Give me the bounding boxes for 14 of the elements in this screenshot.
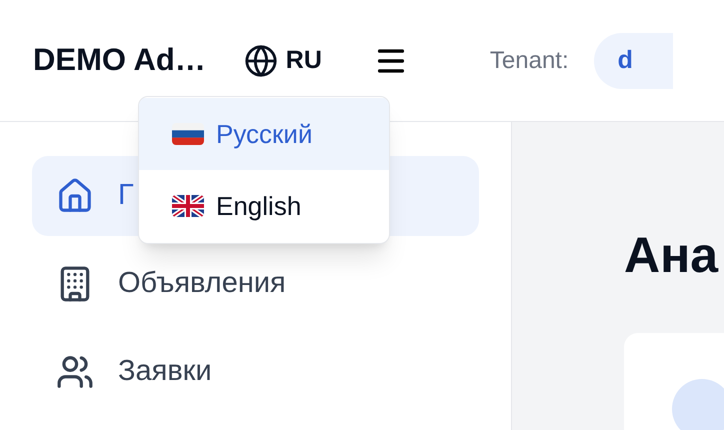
app-title: DEMO Ad…	[33, 41, 206, 80]
globe-icon	[244, 44, 278, 78]
users-icon	[56, 353, 94, 391]
flag-icon	[172, 123, 204, 145]
home-icon	[56, 177, 94, 215]
page-heading: Ана	[624, 230, 720, 280]
tenant-chip[interactable]: d	[594, 32, 673, 88]
language-button[interactable]: RU	[244, 42, 322, 80]
tenant-label: Tenant:	[490, 46, 569, 76]
sidebar-item[interactable]: Заявки	[32, 332, 479, 412]
language-option[interactable]: English	[139, 170, 389, 242]
language-option[interactable]: Русский	[139, 98, 389, 170]
flag-icon	[172, 195, 204, 217]
sidebar-item[interactable]: Объявления	[32, 244, 479, 324]
